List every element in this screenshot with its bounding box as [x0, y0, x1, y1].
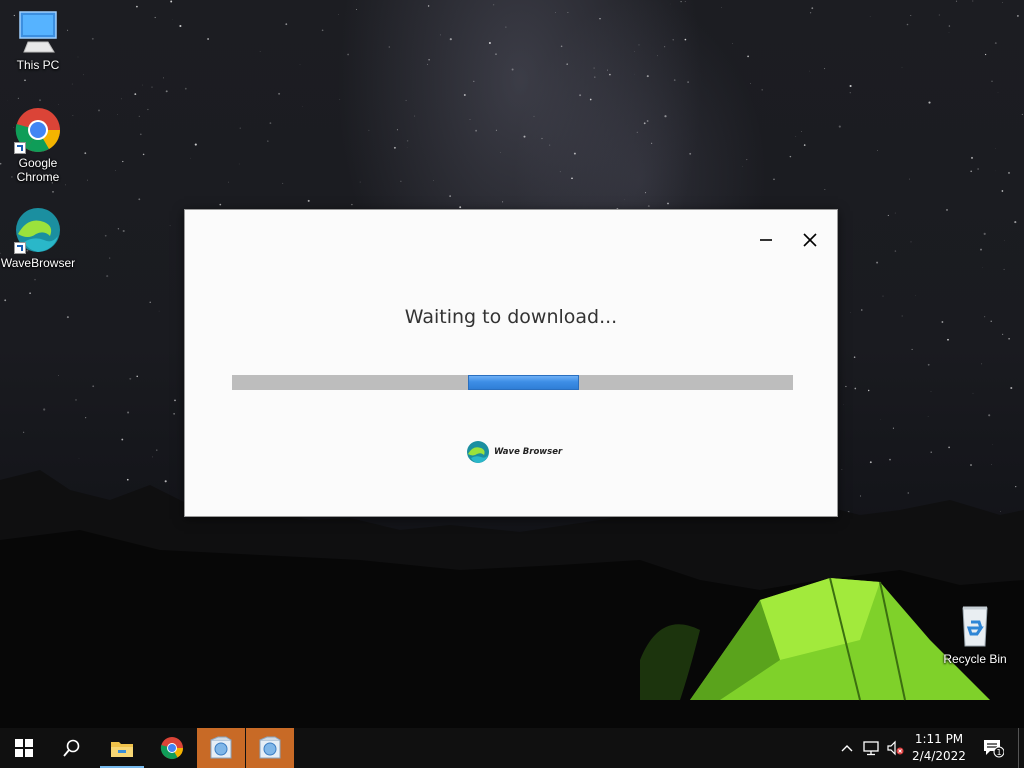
- show-desktop-divider[interactable]: [1018, 728, 1019, 768]
- desktop-icon-label: This PC: [16, 58, 60, 72]
- desktop-icon-label: WaveBrowser: [0, 256, 76, 270]
- search-button[interactable]: [48, 728, 96, 768]
- chrome-icon: [14, 106, 62, 154]
- start-icon: [15, 739, 33, 757]
- search-icon: [63, 739, 80, 757]
- minimize-icon: [760, 239, 772, 241]
- start-button[interactable]: [0, 728, 48, 768]
- desktop-icon-label: Recycle Bin: [943, 652, 1007, 666]
- close-button[interactable]: [794, 224, 826, 256]
- file-explorer-icon: [111, 742, 133, 757]
- recycle-bin-icon: [951, 602, 999, 650]
- network-icon: [863, 741, 879, 756]
- installer-window: Waiting to download... Wave Browser: [184, 209, 838, 517]
- progress-marquee-chunk: [468, 375, 579, 390]
- volume-tray-button[interactable]: [884, 728, 906, 768]
- taskbar-file-explorer[interactable]: [98, 728, 146, 768]
- notification-count: 1: [996, 748, 1001, 757]
- desktop-icon-recycle-bin[interactable]: Recycle Bin: [937, 602, 1013, 666]
- chevron-up-icon: [841, 745, 853, 752]
- notification-icon: 1: [984, 740, 1004, 758]
- show-hidden-icons-button[interactable]: [838, 728, 856, 768]
- desktop-icon-wavebrowser[interactable]: WaveBrowser: [0, 206, 76, 270]
- network-tray-button[interactable]: [860, 728, 882, 768]
- wavebrowser-icon: [14, 206, 62, 254]
- installer-icon: [210, 736, 232, 759]
- desktop-icon-this-pc[interactable]: This PC: [0, 8, 76, 72]
- wave-logo-icon: [467, 441, 489, 463]
- taskbar-installer-1[interactable]: [197, 728, 245, 768]
- shortcut-arrow-icon: [14, 142, 26, 154]
- download-status-text: Waiting to download...: [404, 306, 618, 328]
- taskbar-chrome[interactable]: [148, 728, 196, 768]
- computer-icon: [14, 8, 62, 56]
- taskbar-installer-2[interactable]: [246, 728, 294, 768]
- download-progress-bar: [232, 375, 793, 390]
- action-center-button[interactable]: 1: [978, 728, 1008, 768]
- clock-time: 1:11 PM: [914, 732, 964, 746]
- chrome-icon: [160, 737, 183, 759]
- desktop-icon-google-chrome[interactable]: Google Chrome: [0, 106, 76, 184]
- brand-name: Wave Browser: [494, 447, 563, 457]
- minimize-button[interactable]: [750, 224, 782, 256]
- installer-icon: [259, 736, 281, 759]
- close-icon: [803, 233, 817, 247]
- clock-date: 2/4/2022: [912, 749, 966, 763]
- wave-browser-logo: Wave Browser: [466, 440, 562, 464]
- desktop-icon-label: Google Chrome: [16, 156, 60, 184]
- volume-muted-icon: [887, 740, 904, 756]
- shortcut-arrow-icon: [14, 242, 26, 254]
- taskbar: 1:11 PM 2/4/2022 1: [0, 728, 1024, 768]
- taskbar-clock[interactable]: 1:11 PM 2/4/2022: [904, 728, 974, 768]
